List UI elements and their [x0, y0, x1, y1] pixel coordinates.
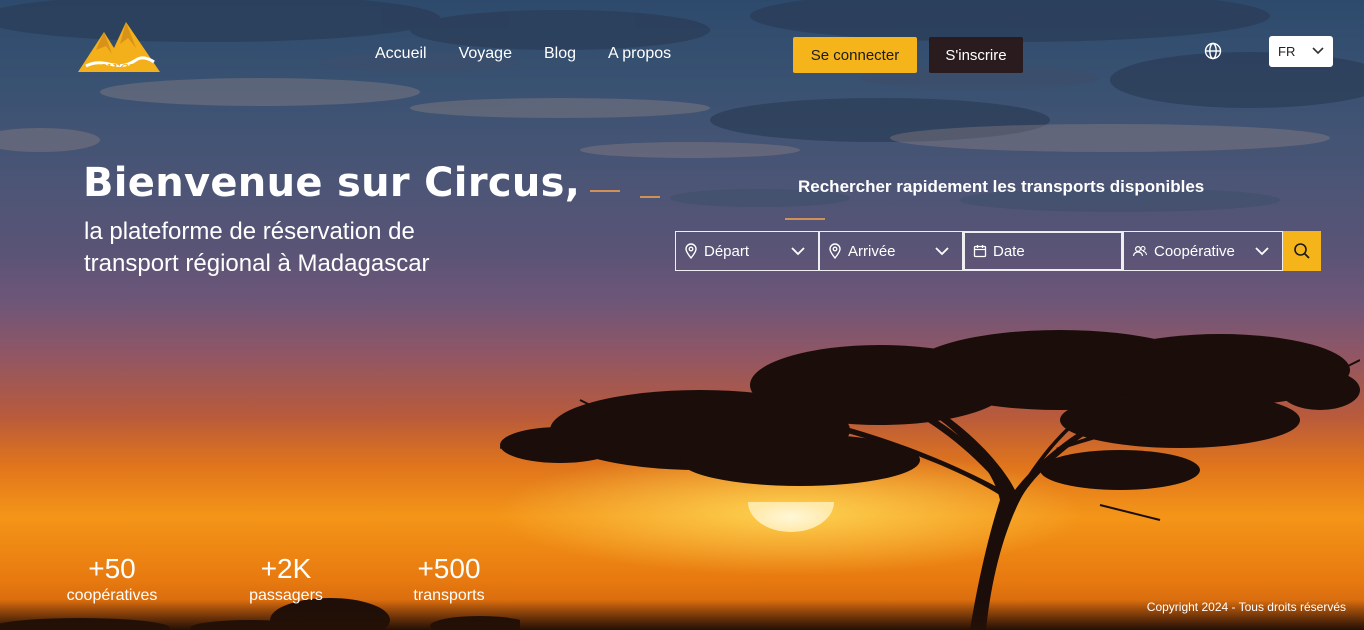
stat-label: transports — [413, 587, 485, 604]
chevron-down-icon — [1255, 247, 1269, 256]
map-pin-icon — [828, 243, 842, 259]
language-selected: FR — [1278, 44, 1296, 59]
nav-accueil[interactable]: Accueil — [375, 45, 427, 63]
stat-transports: +500 transports — [400, 552, 498, 606]
chevron-down-icon — [935, 247, 949, 256]
nav-a-propos[interactable]: A propos — [608, 45, 671, 63]
cooperative-label: Coopérative — [1154, 242, 1235, 260]
stat-value: +50 — [88, 553, 136, 584]
copyright-text: Copyright 2024 - Tous droits réservés — [1146, 600, 1346, 614]
login-button[interactable]: Se connecter — [793, 37, 917, 73]
departure-label: Départ — [704, 242, 750, 260]
date-input[interactable]: Date — [963, 231, 1123, 271]
search-title: Rechercher rapidement les transports dis… — [798, 177, 1205, 196]
arrival-select[interactable]: Arrivée — [819, 231, 963, 271]
chevron-down-icon — [791, 247, 805, 256]
acacia-tree-silhouette — [500, 330, 1360, 630]
language-select[interactable]: FR — [1269, 36, 1333, 67]
calendar-icon — [973, 244, 987, 258]
logo-text: circus — [98, 58, 148, 76]
departure-select[interactable]: Départ — [675, 231, 819, 271]
globe-icon[interactable] — [1204, 42, 1222, 60]
stat-label: coopératives — [66, 587, 158, 604]
users-icon — [1132, 244, 1148, 258]
search-button[interactable] — [1283, 231, 1321, 271]
stat-value: +2K — [260, 553, 312, 584]
arrival-label: Arrivée — [848, 242, 896, 260]
chevron-down-icon — [1312, 47, 1324, 55]
nav-blog[interactable]: Blog — [544, 45, 576, 63]
search-icon — [1294, 243, 1310, 259]
nav-voyage[interactable]: Voyage — [459, 45, 512, 63]
hero-title: Bienvenue sur Circus, — [83, 160, 581, 206]
stat-label: passagers — [249, 587, 323, 604]
stat-value: +500 — [417, 553, 481, 584]
signup-button[interactable]: S'inscrire — [929, 37, 1023, 73]
stat-cooperatives: +50 coopératives — [56, 552, 168, 606]
hero-subtitle: la plateforme de réservation de transpor… — [84, 218, 430, 277]
date-label: Date — [993, 242, 1025, 260]
stat-passengers: +2K passagers — [236, 552, 336, 606]
main-nav: Accueil Voyage Blog A propos — [375, 45, 671, 63]
map-pin-icon — [684, 243, 698, 259]
cooperative-select[interactable]: Coopérative — [1123, 231, 1283, 271]
